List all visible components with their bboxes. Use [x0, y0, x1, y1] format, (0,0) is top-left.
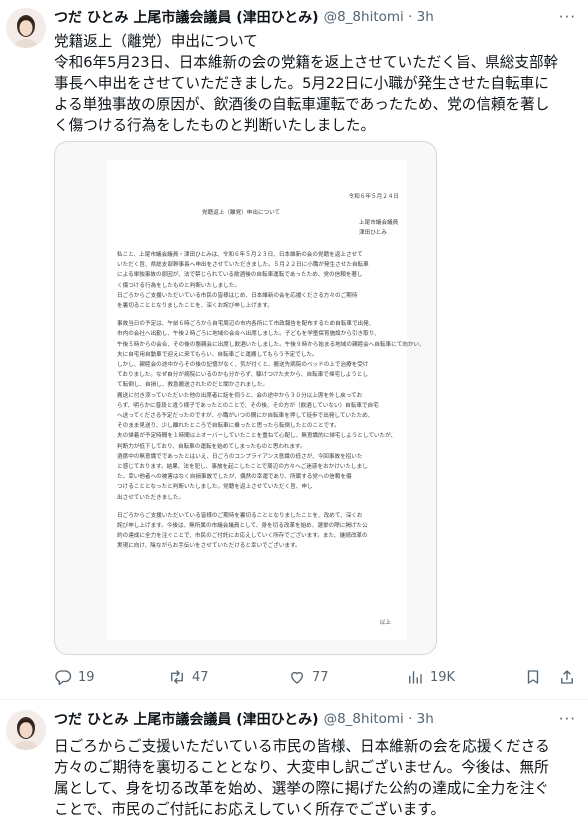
document-line: 搬送に付き添っていただいた他の出席者に話を伺うと、会の途中から３０分以上席を外し…: [117, 392, 363, 399]
document-line: と感じております。結果、法を犯し、事故を起こしたことで周辺の方々へご迷惑をおかけ…: [117, 464, 368, 471]
tweet-actions: 19 47 77 19K: [54, 668, 574, 688]
avatar[interactable]: [6, 710, 46, 750]
tweet-text-line: 党籍返上（離党）申出について: [54, 33, 258, 50]
document-org: 上尾市議会議員: [359, 220, 399, 226]
tweet-text-line: 事長へ申出をさせていただきました。5月22日に小職が発生させた自転車に: [54, 75, 549, 92]
document-line: 約の達成に全力を注ぐことで、市民のご付託にお応えしていく所存でございます。また、…: [117, 533, 368, 540]
document-line: らず、明らかに普段と違う様子であったとのことで、その後、その方が（飲酒していない…: [117, 402, 379, 409]
bookmark-button[interactable]: [524, 668, 542, 686]
bookmark-icon: [527, 670, 539, 684]
document-line: 出させていただきました。: [117, 494, 185, 501]
document-line: 私こと、上尾市議会議員・津田ひとみは、令和６年５月２３日、日本維新の会の党籍を返…: [117, 252, 363, 258]
document-line: しかし、親睦会の途中からその後の記憶がなく、気が付くと、搬送先病院のベッドの上で…: [117, 362, 369, 369]
document-closing: 以上: [379, 620, 391, 626]
document-line: ておりました。なぜ自分が病院にいるのかも分からず、駆けつけた夫から、自転車で帰宅…: [117, 372, 369, 379]
tweet-text: 日ごろからご支援いただいている市民の皆様、日本維新の会を応援くださる 方々のご期…: [54, 736, 578, 820]
share-icon: [561, 670, 573, 684]
like-icon: [291, 671, 303, 684]
tweet-divider: [0, 699, 588, 700]
retweet-count: 47: [192, 669, 209, 685]
more-icon[interactable]: ···: [559, 8, 576, 26]
more-icon[interactable]: ···: [559, 710, 576, 728]
tweet[interactable]: つだ ひとみ 上尾市議会議員 (津田ひとみ) @8_8hitomi · 3h ·…: [0, 701, 588, 821]
tweet-text-line: く傷つける行為をしたものと判断いたしました。: [54, 117, 376, 134]
document-line: く傷つける行為をしたものと判断いたしました。: [117, 282, 241, 289]
document-line: 夫の帰着が予定時間を１時間以上オーバーしていたことを重ねて心配し、無意識的に帰宅…: [117, 433, 397, 440]
document-line: 市内の会社へ出勤し、午後２時ごろに地域の会合へ出席しました。子どもを学童保育施設…: [117, 331, 380, 338]
like-button[interactable]: 77: [288, 668, 329, 686]
document-line: た。幸い他者への被害はなく自損事故でしたが、偶然の幸運であり、所属する党への信頼…: [117, 474, 352, 481]
document-line: 夫に自宅用自動車で迎えに来てもらい、自転車ごと運搬してもらう予定でした。: [117, 351, 318, 358]
avatar[interactable]: [6, 8, 46, 48]
document-line: て転倒し、自損し、救急搬送されたのだと聞かされました。: [117, 382, 269, 389]
document-line: 日ごろからご支援いただいている皆様のご期待を裏切ることとなりましたことを、改めて…: [117, 512, 363, 519]
tweet-text: 党籍返上（離党）申出について 令和6年5月23日、日本維新の会の党籍を返上させて…: [54, 31, 578, 136]
document-line: そのまま見送り、少し離れたところで自転車に乗ったと思ったら転倒したとのことです。: [117, 423, 340, 430]
document-title: 党籍返上（離党）申出について: [202, 210, 281, 216]
document-line: つけることとなったと判断いたしました。党籍を返上させていただく旨、申し: [117, 484, 313, 491]
author-handle[interactable]: @8_8hitomi · 3h: [324, 711, 434, 727]
retweet-icon: [171, 670, 183, 684]
tweet-text-line: 日ごろからご支援いただいている市民の皆様、日本維新の会を応援くださる: [54, 738, 550, 755]
tweet-text-line: 令和6年5月23日、日本維新の会の党籍を返上させていただく旨、県総支部幹: [54, 54, 559, 71]
author-name[interactable]: つだ ひとみ 上尾市議会議員 (津田ひとみ): [54, 7, 319, 27]
tweet-text-line: 属として、身を切る改革を始め、選挙の際に掲げた公約の達成に全力を注ぐ: [54, 780, 550, 797]
document-line: 酒席中の無意識でであったとはいえ、日ごろのコンプライアンス意識の低さが、今回事故…: [117, 453, 363, 460]
views-button[interactable]: 19K: [406, 668, 455, 686]
tweet-content: つだ ひとみ 上尾市議会議員 (津田ひとみ) @8_8hitomi · 3h ·…: [54, 6, 578, 136]
document-line: いただく旨、県総支部幹事長へ申出をさせていただきました。５月２２日に小職が発生さ…: [117, 262, 369, 269]
document-line: 日ごろからご支援いただいている市民の皆様はじめ、日本維新の会を応援くださる方々の…: [117, 292, 358, 299]
tweet-header: つだ ひとみ 上尾市議会議員 (津田ひとみ) @8_8hitomi · 3h: [54, 6, 578, 28]
reply-count: 19: [78, 669, 95, 685]
share-button[interactable]: [558, 668, 576, 686]
document-line: を裏切ることとなりましたことを、深くお詫び申し上げます。: [117, 303, 273, 310]
tweet-text-line: よる単独事故の原因が、飲酒後の自転車運転であったため、党の信頼を著し: [54, 96, 550, 113]
timestamp[interactable]: 3h: [417, 9, 434, 25]
document-line: 判断力が低下しており、自転車の運転を始めてしまったものと思われます。: [117, 443, 306, 450]
document-person: 津田ひとみ: [359, 230, 387, 236]
reply-icon: [55, 670, 72, 686]
author-handle[interactable]: @8_8hitomi · 3h: [324, 9, 434, 25]
retweet-button[interactable]: 47: [168, 668, 209, 686]
document-date: 令和６年５月２４日: [348, 194, 399, 200]
author-name[interactable]: つだ ひとみ 上尾市議会議員 (津田ひとみ): [54, 709, 319, 729]
like-count: 77: [312, 669, 329, 685]
tweet-text-line: 方々のご期待を裏切ることとなり、大変申し訳ございません。今後は、無所: [54, 759, 549, 776]
tweet-content: つだ ひとみ 上尾市議会議員 (津田ひとみ) @8_8hitomi · 3h ·…: [54, 708, 578, 820]
tweet[interactable]: つだ ひとみ 上尾市議会議員 (津田ひとみ) @8_8hitomi · 3h ·…: [0, 0, 588, 700]
views-icon: [409, 671, 422, 684]
document-line: へ送ってくださる予定だったのですが、小職がいつの間にか自転車を押して徒歩で出発し…: [117, 413, 374, 420]
document-line: 詫び申し上げます。今後は、無所属の市議会議員として、身を切る改革を始め、選挙の際…: [117, 523, 368, 530]
document-page: 令和６年５月２４日 党籍返上（離党）申出について 上尾市議会議員 津田ひとみ 私…: [107, 160, 425, 640]
view-count: 19K: [430, 669, 456, 685]
reply-button[interactable]: 19: [54, 668, 95, 686]
tweet-text-line: ことで、市民のご付託にお応えしていく所存でございます。: [54, 801, 446, 818]
timestamp[interactable]: 3h: [417, 711, 434, 727]
document-line: 実現に向け、陰ながらお手伝いをさせていただけると幸いでございます。: [117, 543, 301, 550]
tweet-header: つだ ひとみ 上尾市議会議員 (津田ひとみ) @8_8hitomi · 3h: [54, 708, 578, 730]
attached-document-image[interactable]: 令和６年５月２４日 党籍返上（離党）申出について 上尾市議会議員 津田ひとみ 私…: [54, 141, 437, 655]
document-line: 事故当日の予定は、午前６時ごろから自宅周辺の市内各所にて市政報告を配布するため自…: [117, 321, 375, 328]
document-line: 午後５時からの会合、その後の懇親会に出席し飲酒いたしました。午後９時から始まる地…: [117, 341, 425, 348]
document-body: 私こと、上尾市議会議員・津田ひとみは、令和６年５月２３日、日本維新の会の党籍を返…: [117, 250, 425, 552]
document-line: による単独事故の原因が、法で禁じられている飲酒後の自転車運転であったため、党の信…: [117, 272, 363, 279]
